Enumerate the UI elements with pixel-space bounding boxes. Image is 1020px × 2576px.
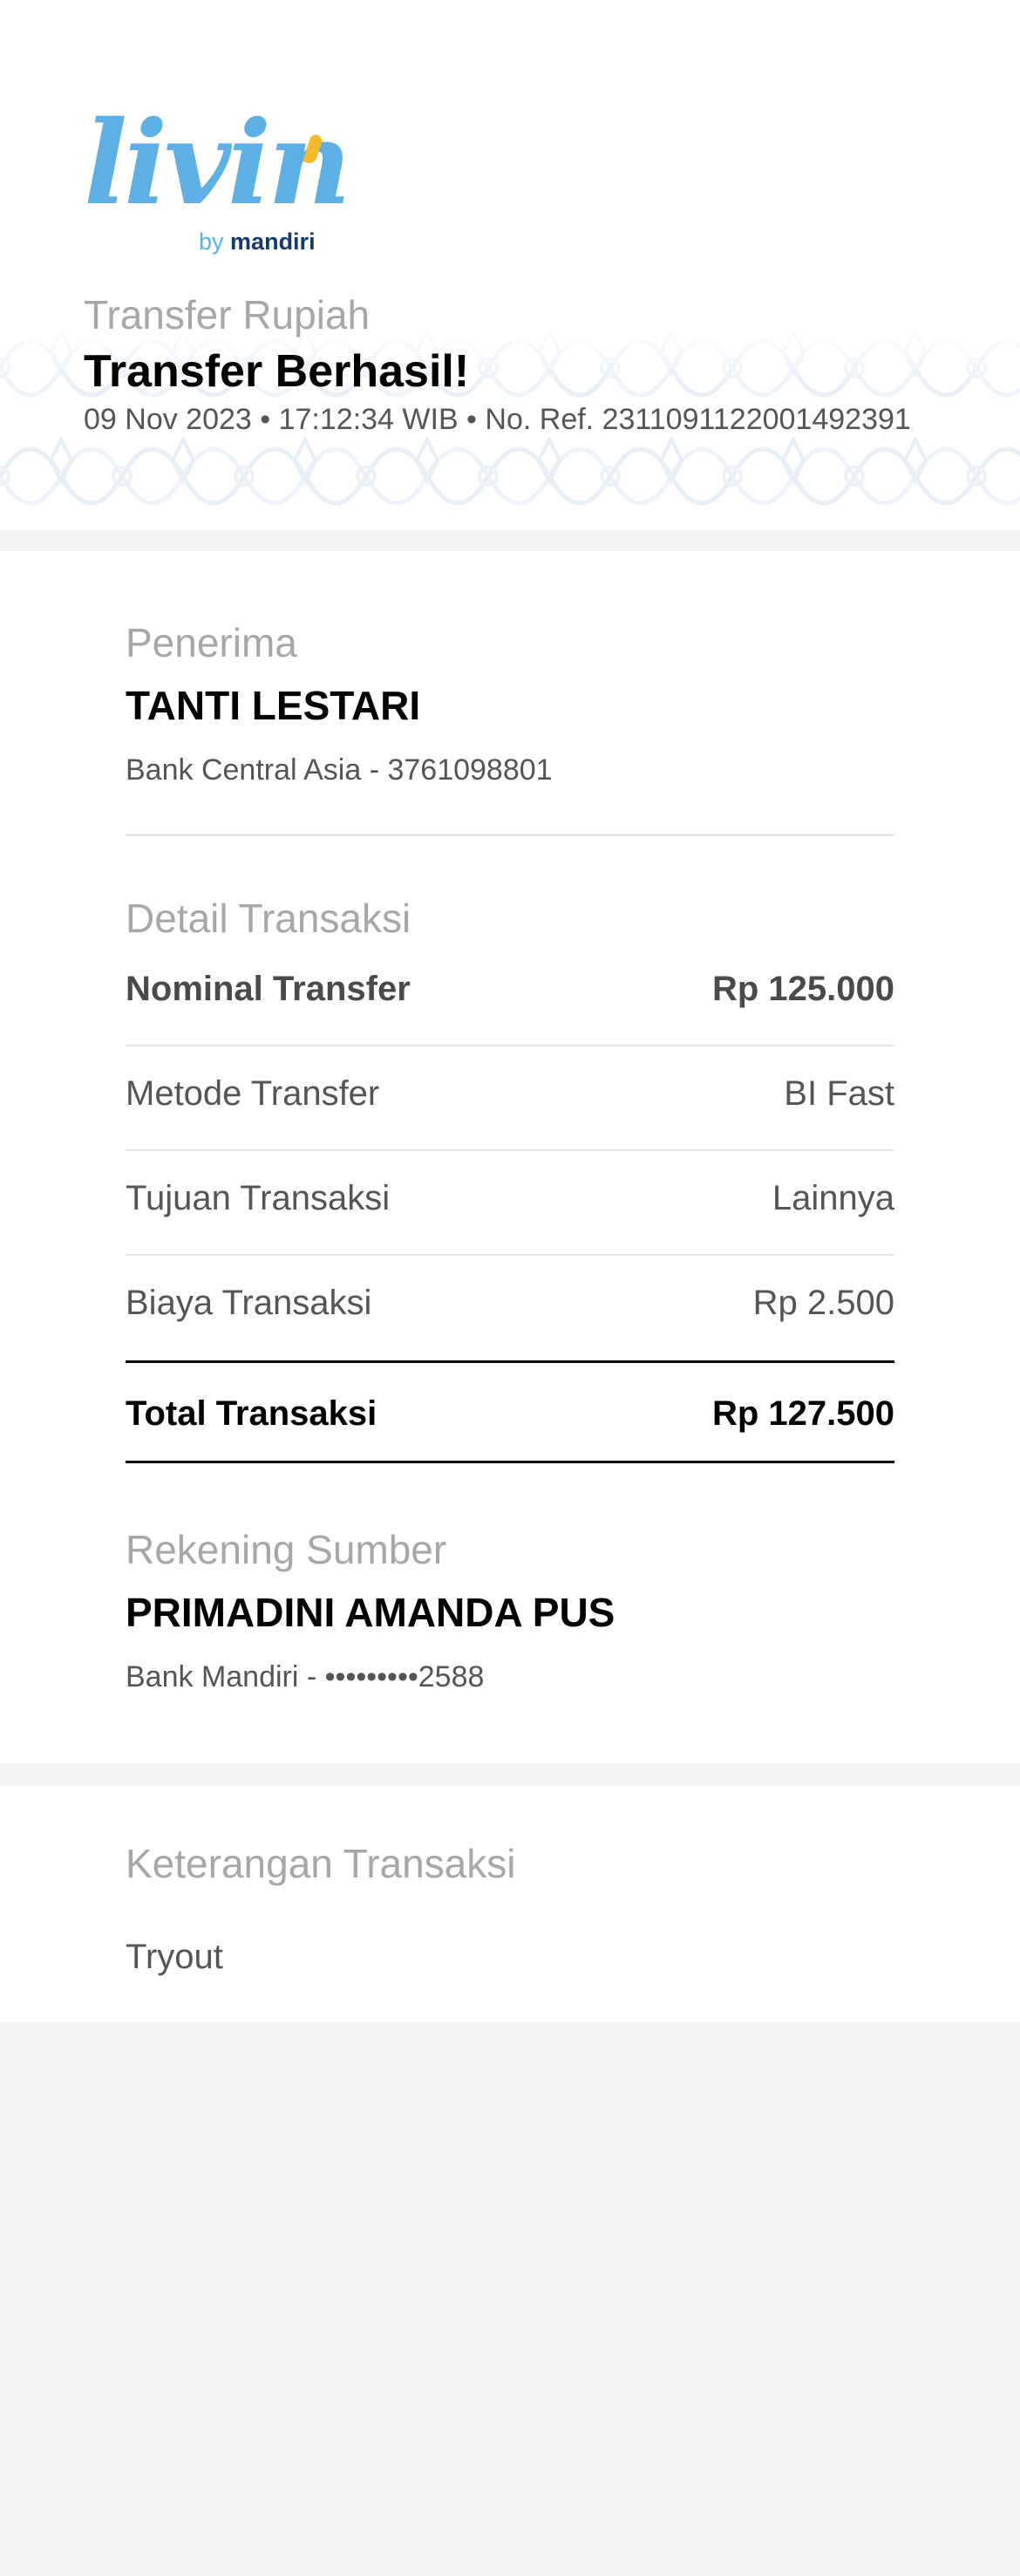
transaction-detail-card: Penerima TANTI LESTARI Bank Central Asia… <box>0 551 1020 1763</box>
detail-row-value: Rp 2.500 <box>752 1284 894 1322</box>
detail-section-label: Detail Transaksi <box>126 896 411 941</box>
livin-mandiri-logo: livin by mandiri <box>84 106 351 260</box>
detail-row-label: Biaya Transaksi <box>126 1284 372 1322</box>
detail-row-nominal: Nominal Transfer Rp 125.000 <box>126 942 894 1046</box>
total-value: Rp 127.500 <box>711 1394 894 1433</box>
recipient-account: Bank Central Asia - 3761098801 <box>126 753 553 787</box>
detail-row-label: Tujuan Transaksi <box>126 1179 391 1217</box>
section-divider <box>126 834 894 836</box>
total-label: Total Transaksi <box>126 1394 377 1433</box>
recipient-section-label: Penerima <box>126 620 297 665</box>
logo-byline: by mandiri <box>199 228 316 255</box>
detail-row-method: Metode Transfer BI Fast <box>126 1046 894 1151</box>
transaction-meta: 09 Nov 2023 • 17:12:34 WIB • No. Ref. 23… <box>84 403 911 436</box>
note-text: Tryout <box>126 1938 223 1976</box>
page-title: Transfer Berhasil! <box>84 346 470 397</box>
detail-row-total: Total Transaksi Rp 127.500 <box>126 1360 894 1463</box>
detail-row-value: Rp 125.000 <box>711 970 894 1008</box>
source-account-number: Bank Mandiri - •••••••••2588 <box>126 1660 485 1693</box>
recipient-name: TANTI LESTARI <box>126 683 421 728</box>
transfer-type-label: Transfer Rupiah <box>84 292 371 337</box>
detail-row-value: BI Fast <box>784 1074 894 1113</box>
source-section-label: Rekening Sumber <box>126 1527 447 1572</box>
detail-row-fee: Biaya Transaksi Rp 2.500 <box>126 1256 894 1360</box>
receipt-header: livin by mandiri Transfer Rupiah Transfe… <box>0 0 1020 530</box>
source-account-name: PRIMADINI AMANDA PUS <box>126 1590 615 1635</box>
note-section-label: Keterangan Transaksi <box>126 1841 516 1886</box>
transaction-note-card: Keterangan Transaksi Tryout <box>0 1786 1020 2021</box>
detail-row-value: Lainnya <box>772 1179 894 1217</box>
detail-row-label: Nominal Transfer <box>126 970 411 1008</box>
logo-wordmark: livin <box>84 96 351 231</box>
detail-row-purpose: Tujuan Transaksi Lainnya <box>126 1151 894 1256</box>
detail-row-label: Metode Transfer <box>126 1074 380 1113</box>
